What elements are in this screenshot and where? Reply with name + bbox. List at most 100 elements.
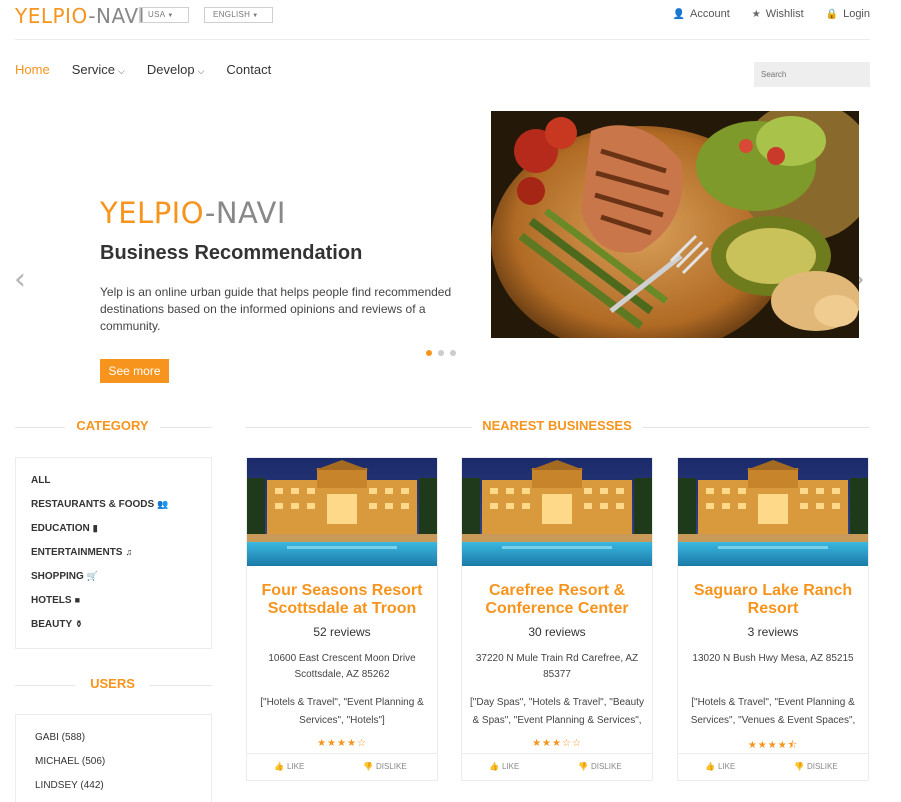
category-item-all[interactable]: ALL (31, 475, 50, 486)
business-card[interactable]: Saguaro Lake Ranch Resort 3 reviews 1302… (677, 457, 869, 781)
star-full-icon: ★ (757, 740, 768, 751)
dislike-label: DISLIKE (806, 762, 838, 771)
login-label: Login (843, 8, 870, 20)
language-select-value: ENGLISH (213, 10, 251, 19)
country-select[interactable]: USA ▼ (139, 7, 189, 23)
brand-logo[interactable]: YELPIO-NAVI (15, 4, 145, 28)
star-rating: ★★★★☆ (247, 738, 437, 749)
account-link[interactable]: 👤 Account (673, 8, 730, 20)
divider (160, 427, 212, 428)
flask-icon: ⚱ (75, 619, 83, 629)
business-address: 10600 East Crescent Moon Drive Scottsdal… (268, 653, 416, 680)
carousel-dot[interactable] (438, 350, 444, 356)
divider (246, 427, 472, 428)
chevron-down-icon: ⌵ (197, 66, 205, 76)
see-more-button[interactable]: See more (100, 359, 169, 383)
carousel-dot[interactable] (450, 350, 456, 356)
hero-title-suffix: -NAVI (204, 196, 286, 230)
card-actions: 👍 LIKE 👎 DISLIKE (678, 753, 868, 780)
music-icon: ♫ (125, 547, 133, 557)
brand-name: YELPIO (15, 4, 89, 28)
divider (150, 685, 212, 686)
user-item-gabi[interactable]: GABI (588) (35, 732, 85, 743)
category-item-shopping[interactable]: SHOPPING 🛒 (31, 571, 98, 582)
carousel-dot[interactable] (426, 350, 432, 356)
divider (15, 427, 65, 428)
user-item-michael[interactable]: MICHAEL (506) (35, 756, 105, 767)
dislike-label: DISLIKE (375, 762, 407, 771)
business-photo (247, 458, 437, 566)
category-item-hotels[interactable]: HOTELS ■ (31, 595, 80, 606)
like-label: LIKE (286, 762, 305, 771)
star-full-icon: ★ (552, 738, 562, 749)
wishlist-link[interactable]: ★ Wishlist (752, 8, 804, 20)
star-half-icon: ⯪ (787, 740, 799, 751)
nav-item-label: Contact (226, 62, 272, 77)
hero-description: Yelp is an online urban guide that helps… (100, 285, 452, 333)
thumbs-down-icon: 👎 (363, 762, 373, 771)
category-item-label: RESTAURANTS & FOODS (31, 499, 155, 510)
dislike-button[interactable]: 👎 DISLIKE (363, 762, 407, 771)
star-full-icon: ★ (777, 740, 788, 751)
business-categories: ["Hotels & Travel", "Event Planning & Se… (260, 697, 424, 726)
like-button[interactable]: 👍 LIKE (705, 762, 735, 771)
business-categories: ["Hotels & Travel", "Event Planning & Se… (690, 697, 856, 726)
carousel-prev-arrow-icon[interactable]: ‹ (14, 262, 26, 297)
category-item-label: EDUCATION (31, 523, 90, 534)
star-full-icon: ★ (337, 738, 347, 749)
business-categories: ["Day Spas", "Hotels & Travel", "Beauty … (470, 697, 644, 726)
business-name[interactable]: Carefree Resort & Conference Center (466, 582, 648, 618)
user-item-lindsey[interactable]: LINDSEY (442) (35, 780, 104, 791)
nav-item-label: Develop (146, 62, 195, 77)
business-card[interactable]: Carefree Resort & Conference Center 30 r… (461, 457, 653, 781)
star-full-icon: ★ (346, 738, 357, 749)
caret-down-icon: ▼ (167, 13, 174, 19)
star-full-icon: ★ (317, 738, 328, 749)
category-item-education[interactable]: EDUCATION ▮ (31, 523, 98, 534)
business-photo (678, 458, 868, 566)
hero-subtitle: Business Recommendation (100, 242, 363, 264)
language-select[interactable]: ENGLISH ▼ (204, 7, 273, 23)
nav-item-label: Home (15, 62, 50, 77)
login-link[interactable]: 🔒 Login (826, 8, 870, 20)
business-name[interactable]: Four Seasons Resort Scottsdale at Troon (251, 582, 433, 618)
category-item-entertainments[interactable]: ENTERTAINMENTS ♫ (31, 547, 132, 558)
nearest-businesses-heading: NEAREST BUSINESSES (482, 418, 632, 433)
top-bar: YELPIO-NAVI USA ▼ ENGLISH ▼ 👤 Account ★ Wish… (15, 0, 870, 40)
nav-item-home[interactable]: Home (15, 62, 50, 77)
nav-item-contact[interactable]: Contact (226, 62, 271, 77)
business-address: 13020 N Bush Hwy Mesa, AZ 85215 (692, 653, 854, 664)
category-item-restaurants[interactable]: RESTAURANTS & FOODS 👥 (31, 499, 168, 510)
dislike-button[interactable]: 👎 DISLIKE (794, 762, 838, 771)
briefcase-icon: ■ (74, 595, 80, 605)
lock-icon: 🔒 (825, 9, 839, 20)
category-item-beauty[interactable]: BEAUTY ⚱ (31, 619, 83, 630)
category-item-label: ENTERTAINMENTS (31, 547, 123, 558)
dislike-label: DISLIKE (590, 762, 622, 771)
like-button[interactable]: 👍 LIKE (274, 762, 304, 771)
hero-title: YELPIO-NAVI (100, 196, 286, 230)
user-icon: 👤 (672, 9, 686, 20)
thumbs-up-icon: 👍 (274, 762, 284, 771)
account-label: Account (690, 8, 730, 20)
star-full-icon: ★ (327, 738, 338, 749)
dislike-button[interactable]: 👎 DISLIKE (578, 762, 622, 771)
like-button[interactable]: 👍 LIKE (489, 762, 519, 771)
brand-suffix: -NAVI (88, 4, 145, 28)
nav-item-service[interactable]: Service ⌵ (72, 62, 125, 77)
chevron-down-icon: ⌵ (118, 66, 125, 76)
thumbs-down-icon: 👎 (794, 762, 804, 771)
business-address: 37220 N Mule Train Rd Carefree, AZ 85377 (475, 653, 639, 680)
business-name[interactable]: Saguaro Lake Ranch Resort (682, 582, 864, 618)
nav-item-label: Service (71, 62, 116, 77)
category-item-label: SHOPPING (31, 571, 84, 582)
cart-icon: 🛒 (86, 571, 99, 581)
users-heading: USERS (90, 676, 135, 691)
thumbs-up-icon: 👍 (489, 762, 499, 771)
business-card[interactable]: Four Seasons Resort Scottsdale at Troon … (246, 457, 438, 781)
star-full-icon: ★ (747, 740, 758, 751)
nav-item-develop[interactable]: Develop ⌵ (147, 62, 205, 77)
search-input[interactable] (754, 62, 870, 87)
country-select-value: USA (148, 10, 166, 19)
business-review-count: 30 reviews (528, 625, 586, 639)
